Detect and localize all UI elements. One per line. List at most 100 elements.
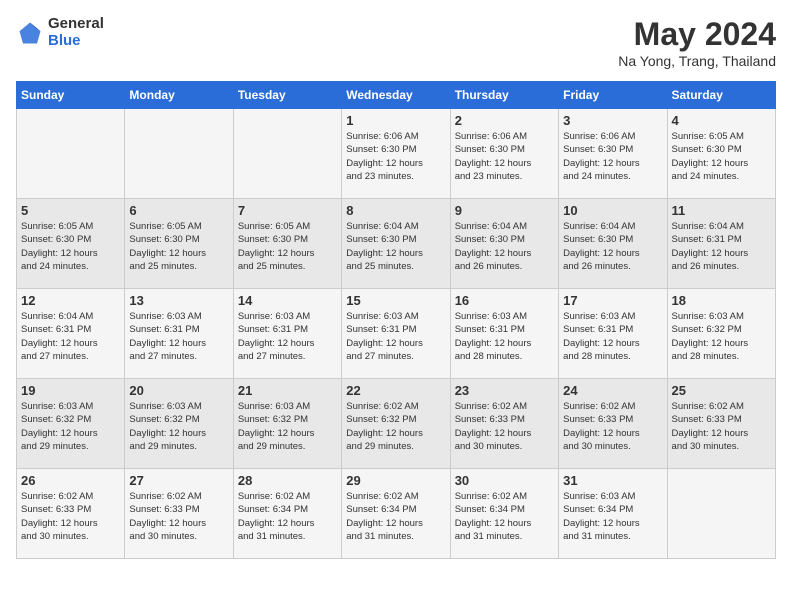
day-detail: Sunrise: 6:04 AM Sunset: 6:30 PM Dayligh… xyxy=(563,220,662,273)
calendar-cell: 13Sunrise: 6:03 AM Sunset: 6:31 PM Dayli… xyxy=(125,289,233,379)
calendar-cell: 20Sunrise: 6:03 AM Sunset: 6:32 PM Dayli… xyxy=(125,379,233,469)
calendar-cell: 5 Sunrise: 6:05 AM Sunset: 6:30 PM Daylig… xyxy=(17,199,125,289)
day-detail: Sunrise: 6:03 AM Sunset: 6:31 PM Dayligh… xyxy=(129,310,228,363)
day-detail: Sunrise: 6:06 AM Sunset: 6:30 PM Dayligh… xyxy=(455,130,554,183)
day-number: 19 xyxy=(21,383,120,398)
day-detail: Sunrise: 6:06 AM Sunset: 6:30 PM Dayligh… xyxy=(563,130,662,183)
day-number: 3 xyxy=(563,113,662,128)
calendar-cell: 23 Sunrise: 6:02 AM Sunset: 6:33 PM Dayli… xyxy=(450,379,558,469)
day-number: 4 xyxy=(672,113,771,128)
calendar-cell: 11Sunrise: 6:04 AM Sunset: 6:31 PM Dayli… xyxy=(667,199,775,289)
day-number: 23 xyxy=(455,383,554,398)
day-detail: Sunrise: 6:02 AM Sunset: 6:32 PM Dayligh… xyxy=(346,400,445,453)
day-detail: Sunrise: 6:03 AM Sunset: 6:32 PM Dayligh… xyxy=(672,310,771,363)
day-number: 9 xyxy=(455,203,554,218)
calendar-cell: 16 Sunrise: 6:03 AM Sunset: 6:31 PM Dayli… xyxy=(450,289,558,379)
calendar-cell: 8Sunrise: 6:04 AM Sunset: 6:30 PM Daylig… xyxy=(342,199,450,289)
week-row-3: 12Sunrise: 6:04 AM Sunset: 6:31 PM Dayli… xyxy=(17,289,776,379)
calendar-cell: 3 Sunrise: 6:06 AM Sunset: 6:30 PM Daylig… xyxy=(559,109,667,199)
calendar-cell: 2Sunrise: 6:06 AM Sunset: 6:30 PM Daylig… xyxy=(450,109,558,199)
calendar-cell: 18 Sunrise: 6:03 AM Sunset: 6:32 PM Dayli… xyxy=(667,289,775,379)
day-detail: Sunrise: 6:05 AM Sunset: 6:30 PM Dayligh… xyxy=(238,220,337,273)
day-number: 28 xyxy=(238,473,337,488)
day-number: 18 xyxy=(672,293,771,308)
week-row-5: 26 Sunrise: 6:02 AM Sunset: 6:33 PM Dayli… xyxy=(17,469,776,559)
day-number: 26 xyxy=(21,473,120,488)
weekday-header-friday: Friday xyxy=(559,82,667,109)
calendar-cell: 31 Sunrise: 6:03 AM Sunset: 6:34 PM Dayli… xyxy=(559,469,667,559)
weekday-header-wednesday: Wednesday xyxy=(342,82,450,109)
day-number: 6 xyxy=(129,203,228,218)
day-number: 25 xyxy=(672,383,771,398)
day-detail: Sunrise: 6:05 AM Sunset: 6:30 PM Dayligh… xyxy=(21,220,120,273)
calendar-cell: 4 Sunrise: 6:05 AM Sunset: 6:30 PM Daylig… xyxy=(667,109,775,199)
day-detail: Sunrise: 6:03 AM Sunset: 6:31 PM Dayligh… xyxy=(455,310,554,363)
day-detail: Sunrise: 6:03 AM Sunset: 6:31 PM Dayligh… xyxy=(238,310,337,363)
day-number: 15 xyxy=(346,293,445,308)
day-number: 20 xyxy=(129,383,228,398)
day-number: 30 xyxy=(455,473,554,488)
day-number: 16 xyxy=(455,293,554,308)
calendar-cell: 24Sunrise: 6:02 AM Sunset: 6:33 PM Dayli… xyxy=(559,379,667,469)
calendar-cell: 28Sunrise: 6:02 AM Sunset: 6:34 PM Dayli… xyxy=(233,469,341,559)
day-number: 10 xyxy=(563,203,662,218)
day-detail: Sunrise: 6:03 AM Sunset: 6:31 PM Dayligh… xyxy=(563,310,662,363)
calendar-cell: 1Sunrise: 6:06 AM Sunset: 6:30 PM Daylig… xyxy=(342,109,450,199)
day-detail: Sunrise: 6:03 AM Sunset: 6:34 PM Dayligh… xyxy=(563,490,662,543)
title-area: May 2024 Na Yong, Trang, Thailand xyxy=(618,16,776,69)
day-detail: Sunrise: 6:03 AM Sunset: 6:31 PM Dayligh… xyxy=(346,310,445,363)
weekday-row: SundayMondayTuesdayWednesdayThursdayFrid… xyxy=(17,82,776,109)
calendar-cell xyxy=(233,109,341,199)
day-detail: Sunrise: 6:02 AM Sunset: 6:33 PM Dayligh… xyxy=(455,400,554,453)
calendar-cell: 22 Sunrise: 6:02 AM Sunset: 6:32 PM Dayli… xyxy=(342,379,450,469)
calendar-cell xyxy=(125,109,233,199)
day-number: 17 xyxy=(563,293,662,308)
day-detail: Sunrise: 6:02 AM Sunset: 6:34 PM Dayligh… xyxy=(346,490,445,543)
day-detail: Sunrise: 6:04 AM Sunset: 6:31 PM Dayligh… xyxy=(21,310,120,363)
calendar-cell: 27 Sunrise: 6:02 AM Sunset: 6:33 PM Dayli… xyxy=(125,469,233,559)
day-detail: Sunrise: 6:02 AM Sunset: 6:33 PM Dayligh… xyxy=(129,490,228,543)
day-detail: Sunrise: 6:02 AM Sunset: 6:33 PM Dayligh… xyxy=(21,490,120,543)
calendar-cell: 17 Sunrise: 6:03 AM Sunset: 6:31 PM Dayli… xyxy=(559,289,667,379)
calendar-cell: 9 Sunrise: 6:04 AM Sunset: 6:30 PM Daylig… xyxy=(450,199,558,289)
weekday-header-thursday: Thursday xyxy=(450,82,558,109)
calendar-header: SundayMondayTuesdayWednesdayThursdayFrid… xyxy=(17,82,776,109)
calendar-cell: 15 Sunrise: 6:03 AM Sunset: 6:31 PM Dayli… xyxy=(342,289,450,379)
day-number: 29 xyxy=(346,473,445,488)
day-number: 5 xyxy=(21,203,120,218)
header: General Blue May 2024 Na Yong, Trang, Th… xyxy=(16,16,776,69)
logo: General Blue xyxy=(16,16,104,49)
day-detail: Sunrise: 6:02 AM Sunset: 6:34 PM Dayligh… xyxy=(455,490,554,543)
calendar-cell: 21Sunrise: 6:03 AM Sunset: 6:32 PM Dayli… xyxy=(233,379,341,469)
day-number: 8 xyxy=(346,203,445,218)
day-number: 22 xyxy=(346,383,445,398)
calendar-cell: 30 Sunrise: 6:02 AM Sunset: 6:34 PM Dayli… xyxy=(450,469,558,559)
day-number: 27 xyxy=(129,473,228,488)
day-number: 31 xyxy=(563,473,662,488)
day-number: 1 xyxy=(346,113,445,128)
weekday-header-tuesday: Tuesday xyxy=(233,82,341,109)
calendar-cell: 14 Sunrise: 6:03 AM Sunset: 6:31 PM Dayli… xyxy=(233,289,341,379)
calendar-subtitle: Na Yong, Trang, Thailand xyxy=(618,53,776,69)
calendar-cell: 10 Sunrise: 6:04 AM Sunset: 6:30 PM Dayli… xyxy=(559,199,667,289)
day-detail: Sunrise: 6:05 AM Sunset: 6:30 PM Dayligh… xyxy=(672,130,771,183)
day-number: 14 xyxy=(238,293,337,308)
day-detail: Sunrise: 6:04 AM Sunset: 6:30 PM Dayligh… xyxy=(455,220,554,273)
calendar-cell: 25 Sunrise: 6:02 AM Sunset: 6:33 PM Dayli… xyxy=(667,379,775,469)
weekday-header-monday: Monday xyxy=(125,82,233,109)
day-detail: Sunrise: 6:02 AM Sunset: 6:33 PM Dayligh… xyxy=(563,400,662,453)
calendar-cell: 19 Sunrise: 6:03 AM Sunset: 6:32 PM Dayli… xyxy=(17,379,125,469)
week-row-4: 19 Sunrise: 6:03 AM Sunset: 6:32 PM Dayli… xyxy=(17,379,776,469)
logo-general-text: General xyxy=(48,16,104,33)
week-row-2: 5 Sunrise: 6:05 AM Sunset: 6:30 PM Daylig… xyxy=(17,199,776,289)
day-detail: Sunrise: 6:03 AM Sunset: 6:32 PM Dayligh… xyxy=(238,400,337,453)
calendar-title: May 2024 xyxy=(618,16,776,53)
day-detail: Sunrise: 6:03 AM Sunset: 6:32 PM Dayligh… xyxy=(21,400,120,453)
weekday-header-saturday: Saturday xyxy=(667,82,775,109)
logo-icon xyxy=(16,19,44,47)
calendar-table: SundayMondayTuesdayWednesdayThursdayFrid… xyxy=(16,81,776,559)
day-detail: Sunrise: 6:02 AM Sunset: 6:33 PM Dayligh… xyxy=(672,400,771,453)
calendar-cell xyxy=(667,469,775,559)
calendar-cell: 6Sunrise: 6:05 AM Sunset: 6:30 PM Daylig… xyxy=(125,199,233,289)
calendar-body: 1 Sunrise: 6:06 AM Sunset: 6:30 PM Daylig… xyxy=(17,109,776,559)
